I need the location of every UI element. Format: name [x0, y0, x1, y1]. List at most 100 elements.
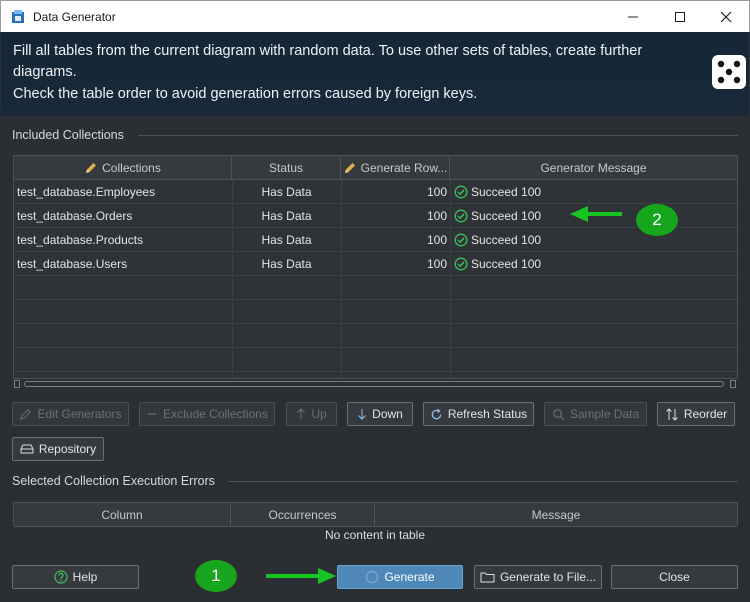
refresh-status-label: Refresh Status [447, 407, 528, 421]
arrow-up-icon [297, 408, 306, 419]
down-label: Down [372, 407, 403, 421]
sample-data-button[interactable]: Sample Data [544, 402, 647, 426]
collection-status: Has Data [261, 233, 312, 247]
column-header-column[interactable]: Column [14, 503, 231, 527]
empty-row [14, 348, 737, 372]
dice-icon [712, 55, 746, 89]
table-row[interactable]: test_database.Users Has Data 100 Succeed… [14, 252, 737, 276]
empty-row [14, 300, 737, 324]
section-divider [138, 135, 738, 136]
search-icon [553, 408, 564, 420]
errors-table[interactable]: Column Occurrences Message [13, 502, 738, 527]
window-title: Data Generator [33, 10, 116, 24]
reorder-icon [665, 407, 678, 421]
collection-name: test_database.Orders [17, 209, 133, 223]
column-header-occurrences[interactable]: Occurrences [231, 503, 375, 527]
maximize-button[interactable] [657, 1, 703, 32]
column-header-label: Occurrences [268, 507, 337, 522]
app-icon [12, 10, 24, 23]
scroll-right-arrow[interactable] [730, 380, 736, 388]
collection-status: Has Data [261, 257, 312, 271]
banner-line-3: Check the table order to avoid generatio… [13, 86, 478, 102]
check-circle-icon [454, 185, 468, 199]
collection-status: Has Data [261, 209, 312, 223]
annotation-badge-2: 2 [636, 204, 678, 236]
close-button[interactable]: Close [611, 565, 738, 589]
minimize-button[interactable] [610, 1, 656, 32]
generate-icon [366, 570, 379, 584]
generate-button[interactable]: Generate [337, 565, 463, 589]
annotation-arrow-right [266, 568, 336, 584]
column-header-status[interactable]: Status [232, 156, 341, 180]
banner-line-1: Fill all tables from the current diagram… [13, 43, 643, 59]
column-header-label: Generator Message [540, 160, 647, 175]
table-row[interactable]: test_database.Orders Has Data 100 Succee… [14, 204, 737, 228]
horizontal-scrollbar[interactable] [14, 379, 738, 389]
pencil-icon [20, 408, 32, 420]
empty-row [14, 276, 737, 300]
scroll-left-arrow[interactable] [14, 380, 20, 388]
column-header-generate-rows[interactable]: Generate Row... [341, 156, 450, 180]
pencil-icon [344, 162, 355, 173]
empty-table-text: No content in table [324, 528, 426, 542]
close-label: Close [659, 570, 690, 584]
help-label: Help [72, 570, 98, 584]
collection-name: test_database.Products [17, 233, 144, 247]
check-circle-icon [454, 233, 468, 247]
edit-generators-button[interactable]: Edit Generators [12, 402, 129, 426]
title-bar: Data Generator [0, 0, 750, 32]
column-header-label: Message [531, 507, 581, 522]
refresh-status-button[interactable]: Refresh Status [423, 402, 534, 426]
generate-to-file-label: Generate to File... [499, 570, 597, 584]
column-header-collections[interactable]: Collections [14, 156, 232, 180]
generator-message: Succeed 100 [471, 257, 542, 271]
pencil-icon [86, 162, 97, 173]
generate-rows-value: 100 [426, 185, 447, 199]
up-button[interactable]: Up [286, 402, 337, 426]
collection-status: Has Data [261, 185, 312, 199]
repository-label: Repository [38, 442, 97, 456]
annotation-arrow-left [570, 206, 622, 222]
collections-table[interactable]: Collections Status Generate Row... Gener… [13, 155, 738, 379]
sample-data-label: Sample Data [569, 407, 640, 421]
repository-button[interactable]: Repository [12, 437, 104, 461]
down-button[interactable]: Down [347, 402, 413, 426]
included-collections-title: Included Collections [12, 128, 124, 142]
exclude-collections-label: Exclude Collections [163, 407, 268, 421]
help-icon [54, 570, 68, 584]
table-row[interactable]: test_database.Products Has Data 100 Succ… [14, 228, 737, 252]
check-circle-icon [454, 209, 468, 223]
minus-icon [148, 413, 157, 415]
up-label: Up [311, 407, 327, 421]
arrow-down-icon [358, 409, 367, 420]
check-circle-icon [454, 257, 468, 271]
column-header-label: Collections [102, 160, 161, 175]
reorder-label: Reorder [683, 407, 728, 421]
reorder-button[interactable]: Reorder [657, 402, 735, 426]
scrollbar-thumb[interactable] [24, 381, 724, 387]
close-icon [720, 11, 732, 22]
column-header-generator-message[interactable]: Generator Message [450, 156, 737, 180]
collection-name: test_database.Users [17, 257, 128, 271]
column-header-message[interactable]: Message [375, 503, 737, 527]
info-banner: Fill all tables from the current diagram… [1, 32, 749, 116]
column-header-label: Column [101, 507, 143, 522]
section-divider [228, 481, 738, 482]
minimize-icon [628, 16, 638, 17]
generate-rows-value: 100 [426, 209, 447, 223]
folder-icon [480, 572, 495, 583]
execution-errors-title: Selected Collection Execution Errors [12, 474, 215, 488]
generator-message: Succeed 100 [471, 185, 542, 199]
annotation-badge-1: 1 [195, 560, 237, 592]
repository-icon [20, 444, 34, 454]
generate-rows-value: 100 [426, 257, 447, 271]
generate-label: Generate [384, 570, 435, 584]
help-button[interactable]: Help [12, 565, 139, 589]
exclude-collections-button[interactable]: Exclude Collections [139, 402, 275, 426]
generate-to-file-button[interactable]: Generate to File... [474, 565, 602, 589]
collection-name: test_database.Employees [17, 185, 156, 199]
edit-generators-label: Edit Generators [37, 407, 122, 421]
table-row[interactable]: test_database.Employees Has Data 100 Suc… [14, 180, 737, 204]
close-window-button[interactable] [703, 1, 749, 32]
generator-message: Succeed 100 [471, 233, 542, 247]
